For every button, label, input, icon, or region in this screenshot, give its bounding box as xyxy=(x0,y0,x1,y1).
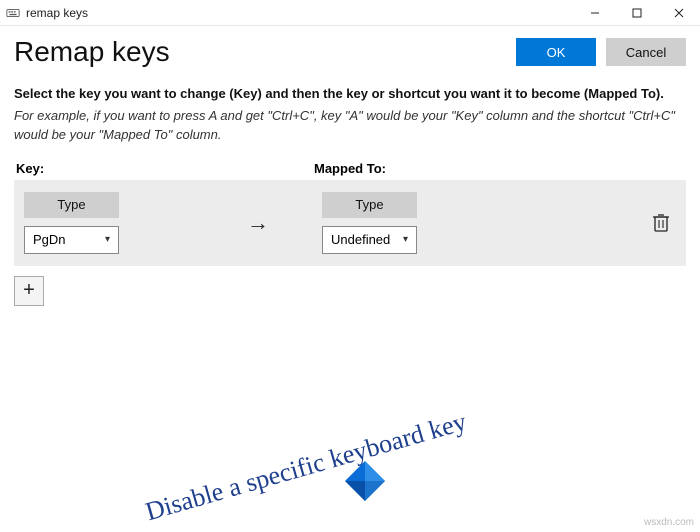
mapping-row: Type PgDn ▾ → Type Undefined ▾ xyxy=(14,180,686,266)
key-select[interactable]: PgDn ▾ xyxy=(24,226,119,254)
minimize-icon xyxy=(590,8,600,18)
delete-column xyxy=(492,213,676,233)
content: Remap keys OK Cancel Select the key you … xyxy=(0,26,700,306)
plus-icon: + xyxy=(23,279,35,302)
key-column-header: Key: xyxy=(16,161,314,176)
mapped-select-value: Undefined xyxy=(331,232,390,247)
column-headers: Key: Mapped To: xyxy=(14,161,686,176)
watermark: wsxdn.com xyxy=(644,517,694,528)
cancel-button[interactable]: Cancel xyxy=(606,38,686,66)
close-button[interactable] xyxy=(658,0,700,26)
minimize-button[interactable] xyxy=(574,0,616,26)
overlay: Disable a specific keyboard key xyxy=(50,312,650,512)
header-buttons: OK Cancel xyxy=(516,38,686,66)
add-mapping-button[interactable]: + xyxy=(14,276,44,306)
key-select-value: PgDn xyxy=(33,232,66,247)
titlebar-left: remap keys xyxy=(6,6,88,20)
overlay-caption: Disable a specific keyboard key xyxy=(142,407,469,527)
window-title: remap keys xyxy=(26,6,88,20)
mapped-column: Type Undefined ▾ xyxy=(322,192,492,254)
trash-icon[interactable] xyxy=(652,213,670,233)
key-type-button[interactable]: Type xyxy=(24,192,119,218)
titlebar: remap keys xyxy=(0,0,700,26)
page-title: Remap keys xyxy=(14,36,170,68)
chevron-down-icon: ▾ xyxy=(105,234,110,245)
arrow-icon: → xyxy=(194,210,322,236)
window-controls xyxy=(574,0,700,26)
add-row: + xyxy=(14,266,686,306)
maximize-button[interactable] xyxy=(616,0,658,26)
overlay-logo-icon xyxy=(343,459,387,503)
example-text: For example, if you want to press A and … xyxy=(14,107,686,145)
ok-button[interactable]: OK xyxy=(516,38,596,66)
app-icon xyxy=(6,6,20,20)
mapped-column-header: Mapped To: xyxy=(314,161,386,176)
maximize-icon xyxy=(632,8,642,18)
mapped-type-button[interactable]: Type xyxy=(322,192,417,218)
header-row: Remap keys OK Cancel xyxy=(14,36,686,68)
key-column: Type PgDn ▾ xyxy=(24,192,194,254)
mapped-select[interactable]: Undefined ▾ xyxy=(322,226,417,254)
close-icon xyxy=(674,8,684,18)
instruction-text: Select the key you want to change (Key) … xyxy=(14,86,686,101)
chevron-down-icon: ▾ xyxy=(403,234,408,245)
